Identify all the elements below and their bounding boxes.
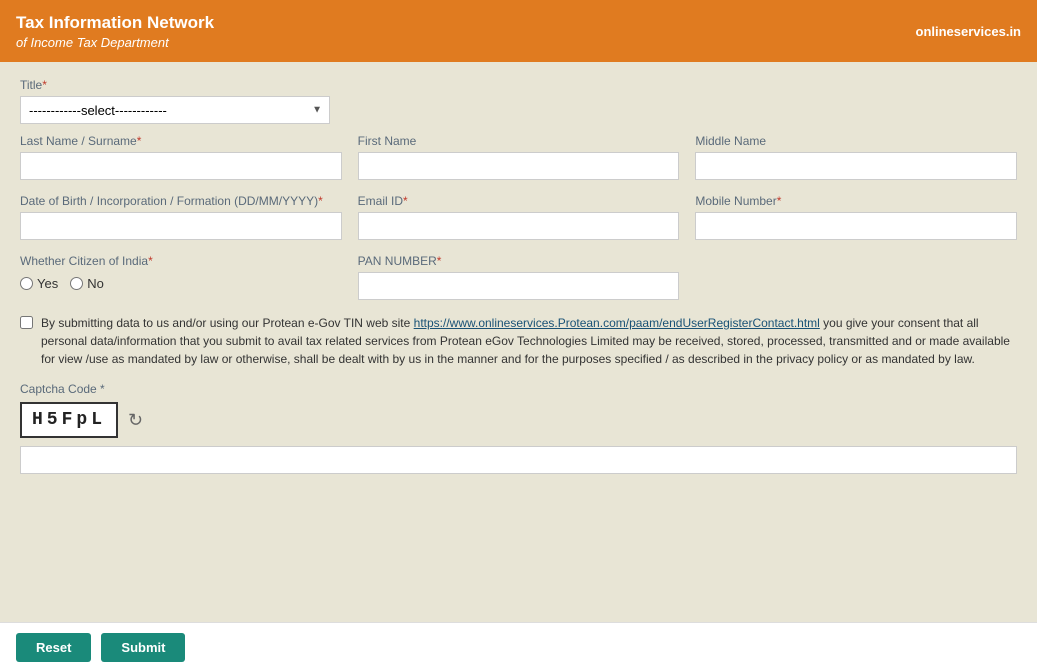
citizen-no-option[interactable]: No [70, 276, 104, 291]
dob-label: Date of Birth / Incorporation / Formatio… [20, 194, 342, 208]
pan-spacer [695, 254, 1017, 300]
button-row: Reset Submit [0, 622, 1037, 672]
captcha-section: Captcha Code * H5FpL ↻ [20, 382, 1017, 474]
page-header: Tax Information Network of Income Tax De… [0, 0, 1037, 62]
captcha-refresh-icon[interactable]: ↻ [128, 410, 143, 431]
middle-name-col: Middle Name [695, 134, 1017, 180]
form-container: Title* ------------select------------ Mr… [0, 62, 1037, 622]
citizen-no-radio[interactable] [70, 277, 83, 290]
first-name-label: First Name [358, 134, 680, 148]
middle-name-label: Middle Name [695, 134, 1017, 148]
dob-col: Date of Birth / Incorporation / Formatio… [20, 194, 342, 240]
reset-button[interactable]: Reset [16, 633, 91, 662]
mobile-label: Mobile Number* [695, 194, 1017, 208]
header-title-sub: of Income Tax Department [16, 35, 214, 50]
citizen-yes-option[interactable]: Yes [20, 276, 58, 291]
email-col: Email ID* [358, 194, 680, 240]
first-name-input[interactable] [358, 152, 680, 180]
consent-text: By submitting data to us and/or using ou… [41, 314, 1017, 368]
name-row: Last Name / Surname* First Name Middle N… [20, 134, 1017, 180]
header-site-url: onlineservices.in [916, 24, 1022, 39]
dob-input[interactable] [20, 212, 342, 240]
header-title-main: Tax Information Network [16, 12, 214, 34]
logo: Tax Information Network of Income Tax De… [16, 12, 214, 49]
consent-section: By submitting data to us and/or using ou… [20, 314, 1017, 368]
title-label: Title* [20, 78, 1017, 92]
citizen-yes-radio[interactable] [20, 277, 33, 290]
title-field-section: Title* ------------select------------ Mr… [20, 78, 1017, 124]
citizen-radio-group: Yes No [20, 276, 342, 291]
captcha-input[interactable] [20, 446, 1017, 474]
pan-col: PAN NUMBER* [358, 254, 680, 300]
captcha-label: Captcha Code * [20, 382, 1017, 396]
last-name-input[interactable] [20, 152, 342, 180]
consent-checkbox[interactable] [20, 316, 33, 329]
captcha-image: H5FpL [20, 402, 118, 438]
first-name-col: First Name [358, 134, 680, 180]
dob-email-mobile-row: Date of Birth / Incorporation / Formatio… [20, 194, 1017, 240]
captcha-row: H5FpL ↻ [20, 402, 1017, 438]
title-select[interactable]: ------------select------------ Mr Mrs Ms… [20, 96, 330, 124]
mobile-input[interactable] [695, 212, 1017, 240]
pan-label: PAN NUMBER* [358, 254, 680, 268]
title-select-wrapper: ------------select------------ Mr Mrs Ms… [20, 96, 330, 124]
email-label: Email ID* [358, 194, 680, 208]
citizen-label: Whether Citizen of India* [20, 254, 342, 268]
last-name-col: Last Name / Surname* [20, 134, 342, 180]
middle-name-input[interactable] [695, 152, 1017, 180]
mobile-col: Mobile Number* [695, 194, 1017, 240]
citizen-pan-row: Whether Citizen of India* Yes No PAN NUM… [20, 254, 1017, 300]
pan-input[interactable] [358, 272, 680, 300]
last-name-label: Last Name / Surname* [20, 134, 342, 148]
email-input[interactable] [358, 212, 680, 240]
submit-button[interactable]: Submit [101, 633, 185, 662]
consent-link[interactable]: https://www.onlineservices.Protean.com/p… [414, 316, 820, 330]
citizen-col: Whether Citizen of India* Yes No [20, 254, 342, 300]
